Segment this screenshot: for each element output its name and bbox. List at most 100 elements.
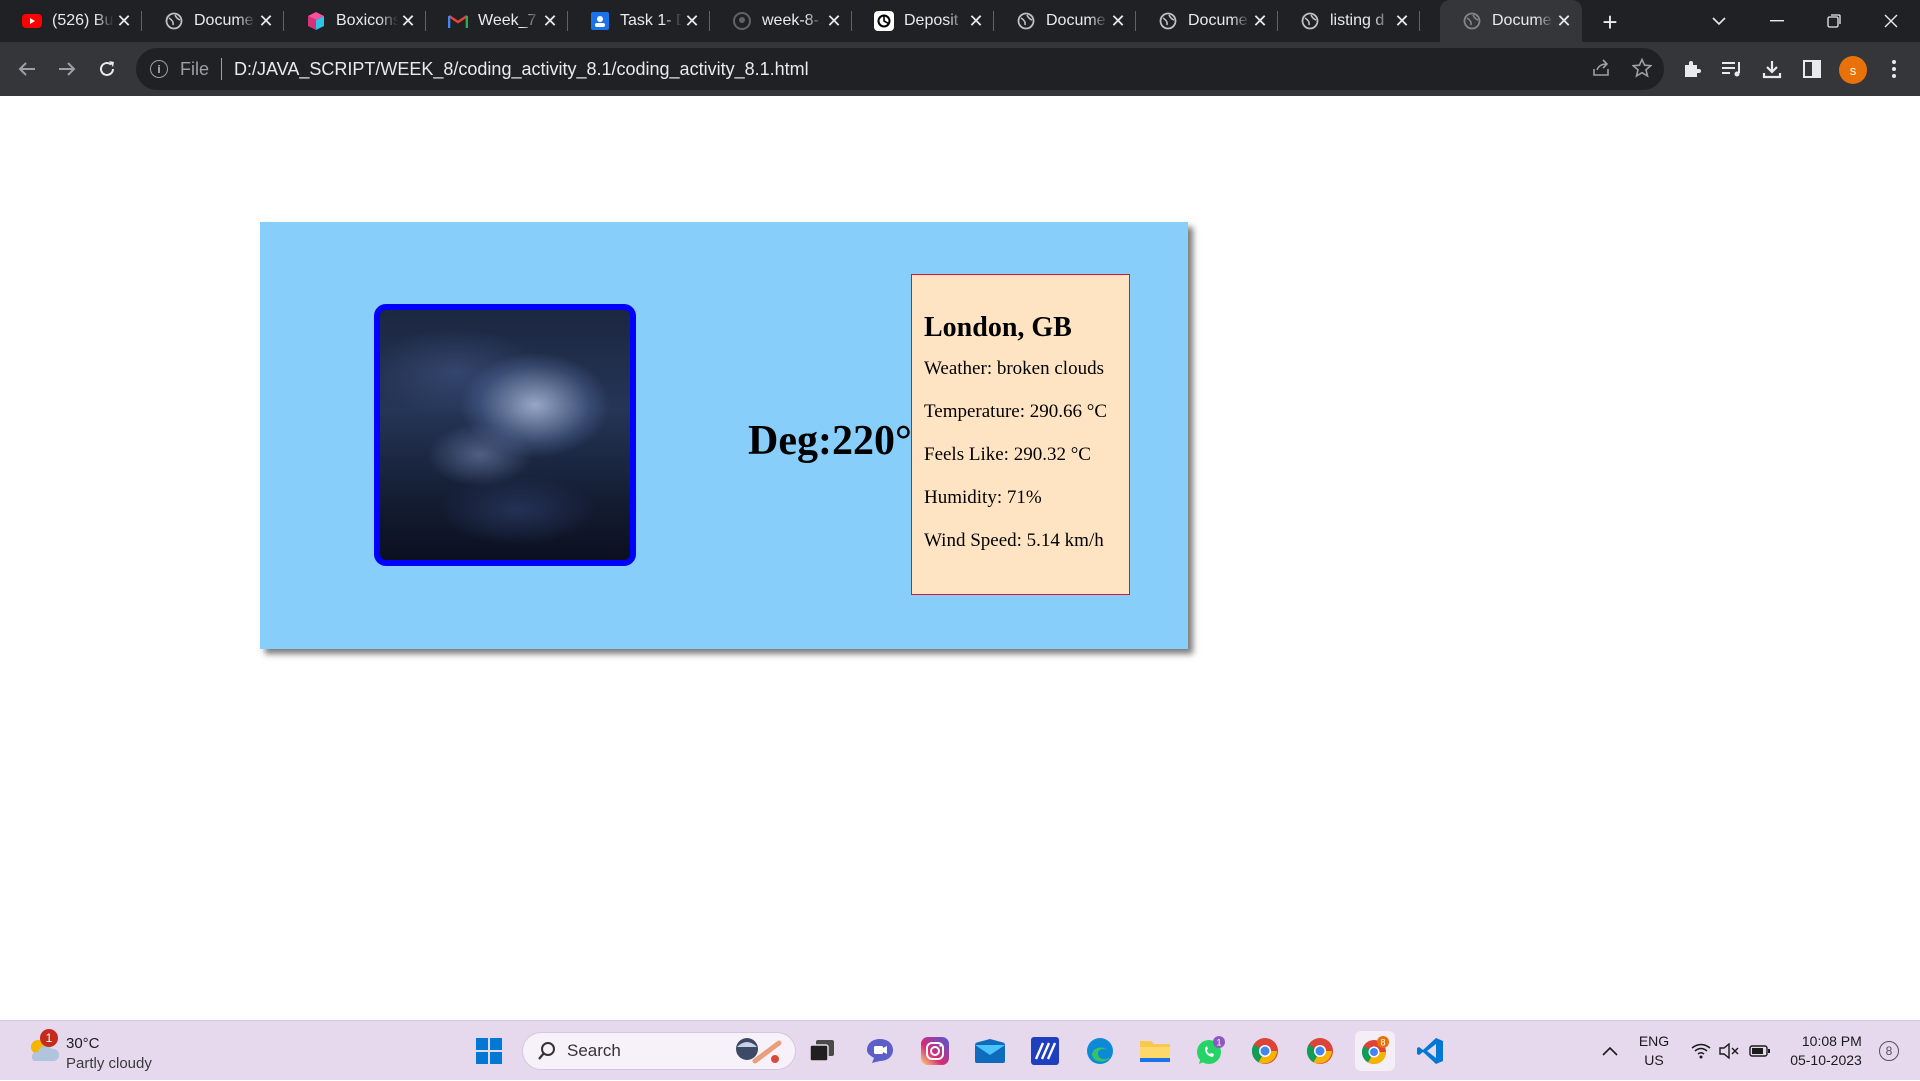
tab-search-button[interactable] (1690, 0, 1748, 42)
chevron-up-icon[interactable] (1596, 1021, 1624, 1081)
teams-chat-icon[interactable] (860, 1031, 900, 1071)
browser-tab[interactable]: Task 1- D ✕ (568, 0, 710, 42)
browser-tab[interactable]: Week_7 ✕ (426, 0, 568, 42)
weather-card: Deg:220° London, GB Weather: broken clou… (260, 222, 1188, 649)
globe-icon (1462, 11, 1482, 31)
browser-tab[interactable]: (526) Bui ✕ (0, 0, 142, 42)
wind-speed-text: Wind Speed: 5.14 km/h (924, 530, 1104, 551)
notification-center[interactable]: 8 (1874, 1021, 1904, 1081)
browser-tab[interactable]: Docume ✕ (1136, 0, 1278, 42)
wifi-icon[interactable] (1688, 1021, 1714, 1081)
back-button[interactable] (10, 52, 44, 86)
restore-button[interactable] (1805, 0, 1863, 42)
taskbar-search-box[interactable]: Search (522, 1032, 796, 1070)
browser-toolbar: i File D:/JAVA_SCRIPT/WEEK_8/coding_acti… (0, 42, 1920, 96)
weather-description: Weather: broken clouds (924, 358, 1104, 379)
weather-badge: 1 (40, 1029, 58, 1047)
humidity-text: Humidity: 71% (924, 487, 1042, 508)
close-tab-icon[interactable]: ✕ (824, 11, 844, 31)
media-controls-icon[interactable] (1718, 55, 1746, 83)
tab-title: Docume (1492, 12, 1552, 29)
info-icon[interactable]: i (150, 60, 168, 78)
close-tab-icon[interactable]: ✕ (1108, 11, 1128, 31)
instagram-icon[interactable] (915, 1031, 955, 1071)
browser-tab-active[interactable]: Docume ✕ (1440, 0, 1582, 42)
browser-tab[interactable]: Boxicons ✕ (284, 0, 426, 42)
close-tab-icon[interactable]: ✕ (398, 11, 418, 31)
mail-icon[interactable] (970, 1031, 1010, 1071)
close-tab-icon[interactable]: ✕ (256, 11, 276, 31)
browser-tab[interactable]: week-8- ✕ (710, 0, 852, 42)
minimize-button[interactable] (1748, 0, 1806, 42)
whatsapp-icon[interactable]: 1 (1190, 1031, 1230, 1071)
new-tab-button[interactable]: + (1596, 7, 1624, 37)
forward-button[interactable] (50, 52, 84, 86)
close-tab-icon[interactable]: ✕ (966, 11, 986, 31)
chrome-icon[interactable] (1300, 1031, 1340, 1071)
codeforces-icon[interactable] (1025, 1031, 1065, 1071)
temperature-text: Temperature: 290.66 °C (924, 401, 1108, 422)
url-text[interactable]: D:/JAVA_SCRIPT/WEEK_8/coding_activity_8.… (234, 59, 809, 80)
tab-title: (526) Bui (52, 12, 114, 29)
task-view-icon[interactable] (802, 1031, 842, 1071)
browser-tab[interactable]: listing d ✕ (1278, 0, 1420, 42)
system-clock[interactable]: 10:08 PM 05-10-2023 (1784, 1021, 1868, 1081)
page-viewport: Deg:220° London, GB Weather: broken clou… (0, 96, 1920, 1020)
taskbar-weather-widget[interactable]: 1 30°C Partly cloudy (24, 1027, 164, 1075)
language-indicator[interactable]: ENG US (1628, 1021, 1680, 1081)
globe-icon (164, 11, 184, 31)
close-tab-icon[interactable]: ✕ (1392, 11, 1412, 31)
close-tab-icon[interactable]: ✕ (540, 11, 560, 31)
more-menu-icon[interactable] (1880, 55, 1908, 83)
github-icon (732, 11, 752, 31)
close-tab-icon[interactable]: ✕ (682, 11, 702, 31)
reload-icon (100, 61, 114, 76)
close-tab-icon[interactable]: ✕ (1554, 11, 1574, 31)
tab-title: Week_7 (478, 12, 537, 29)
tab-title: Deposit (904, 12, 959, 29)
chrome-icon[interactable] (1245, 1031, 1285, 1071)
edge-icon[interactable] (1080, 1031, 1120, 1071)
extensions-icon[interactable] (1678, 55, 1706, 83)
browser-tab[interactable]: Docume ✕ (142, 0, 284, 42)
minimize-icon (1770, 20, 1784, 22)
tab-title: Task 1- D (620, 12, 682, 29)
notification-count: 8 (1879, 1041, 1899, 1061)
search-highlight-icon (736, 1038, 782, 1064)
download-icon[interactable] (1758, 55, 1786, 83)
chrome-icon[interactable]: 8 (1355, 1031, 1395, 1071)
browser-tab[interactable]: Deposit ✕ (852, 0, 994, 42)
address-bar[interactable]: i File D:/JAVA_SCRIPT/WEEK_8/coding_acti… (136, 48, 1664, 90)
tab-title: week-8- (762, 12, 819, 29)
search-placeholder: Search (567, 1041, 621, 1060)
clock-date: 05-10-2023 (1790, 1052, 1862, 1068)
reload-button[interactable] (90, 52, 124, 86)
arrow-left-icon (18, 62, 35, 76)
profile-avatar[interactable]: s (1839, 56, 1867, 84)
gmail-icon (448, 11, 468, 31)
chatgpt-icon (874, 11, 894, 31)
windows-taskbar: 1 30°C Partly cloudy Search 1 8 ENG US 1… (0, 1020, 1920, 1080)
chrome-badge: 8 (1380, 1038, 1385, 1048)
vscode-icon[interactable] (1410, 1031, 1450, 1071)
weather-temp: 30°C (66, 1035, 100, 1052)
close-window-button[interactable] (1862, 0, 1920, 42)
close-tab-icon[interactable]: ✕ (114, 11, 134, 31)
side-panel-icon[interactable] (1798, 55, 1826, 83)
chevron-down-icon (1712, 17, 1726, 26)
feels-like-text: Feels Like: 290.32 °C (924, 444, 1091, 465)
browser-tab[interactable]: Docume ✕ (994, 0, 1136, 42)
battery-icon[interactable] (1746, 1021, 1774, 1081)
tab-title: Docume (194, 12, 254, 29)
start-icon[interactable] (469, 1031, 509, 1071)
lang-line2: US (1644, 1052, 1664, 1068)
globe-icon (1016, 11, 1036, 31)
file-explorer-icon[interactable] (1135, 1031, 1175, 1071)
tab-title: Docume (1188, 12, 1248, 29)
bookmark-star-icon[interactable] (1628, 54, 1656, 82)
close-tab-icon[interactable]: ✕ (1250, 11, 1270, 31)
volume-muted-icon[interactable] (1716, 1021, 1742, 1081)
weather-image (374, 304, 636, 566)
whatsapp-badge: 1 (1216, 1038, 1221, 1048)
share-icon[interactable] (1588, 54, 1616, 82)
